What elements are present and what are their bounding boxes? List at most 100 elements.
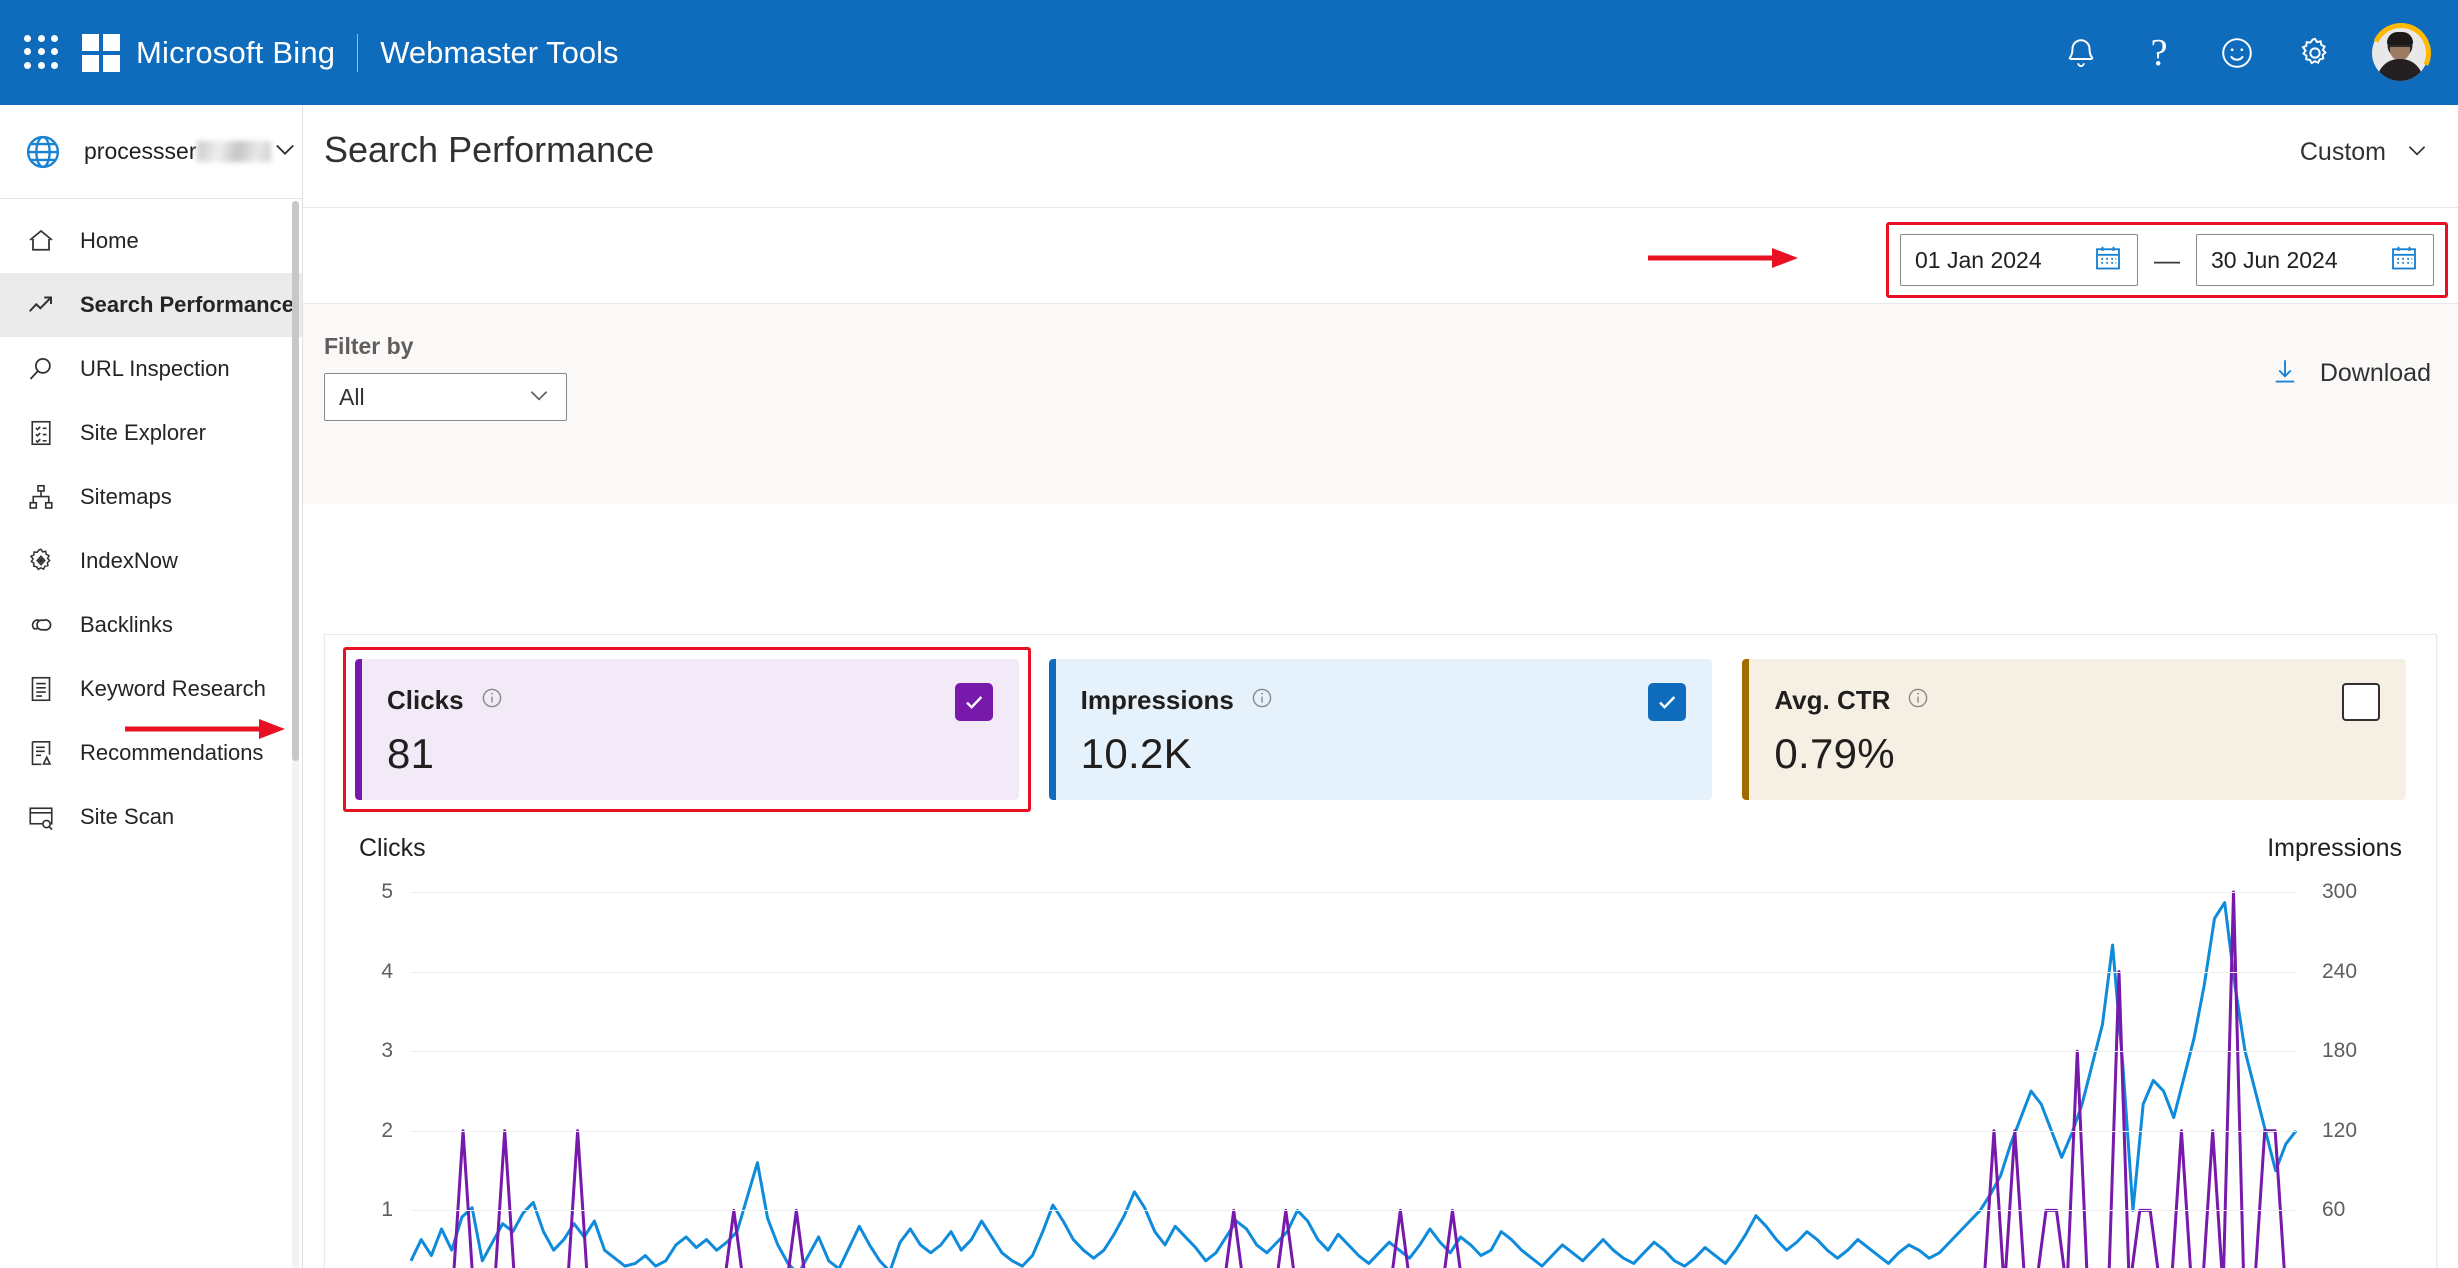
kpi-header: Impressions <box>1081 685 1685 716</box>
download-label: Download <box>2319 359 2431 387</box>
date-from-input[interactable]: 01 Jan 2024 <box>1900 234 2138 286</box>
avatar-status-arc-icon <box>2362 14 2440 91</box>
sidebar-item-site-explorer[interactable]: Site Explorer <box>0 401 302 465</box>
kpi-card-clicks[interactable]: Clicks 81 <box>355 659 1019 800</box>
sidebar-item-label: Home <box>80 228 139 253</box>
annotation-arrow-date-range <box>1648 248 1798 268</box>
chart-svg <box>411 892 2296 1268</box>
microsoft-logo-icon <box>82 33 120 72</box>
kpi-header: Clicks <box>387 685 991 716</box>
date-preset-label: Custom <box>2299 138 2386 166</box>
help-icon[interactable]: ? <box>2138 32 2180 74</box>
top-navigation-bar: Microsoft Bing Webmaster Tools ? <box>0 0 2458 105</box>
date-preset-dropdown[interactable]: Custom <box>2300 137 2430 168</box>
chart-gridline <box>411 1051 2296 1053</box>
date-range-row: 01 Jan 2024 — 30 Jun 2024 <box>303 208 2458 304</box>
chart-gridline <box>411 1130 2296 1132</box>
kpi-value: 10.2K <box>1080 730 1192 777</box>
date-from-value: 01 Jan 2024 <box>1915 246 2042 273</box>
sidebar-item-keyword-research[interactable]: Keyword Research <box>0 657 302 721</box>
kpi-value: 81 <box>387 730 435 777</box>
kpi-name: Avg. CTR <box>1774 685 1891 715</box>
avatar[interactable] <box>2362 14 2440 91</box>
feedback-smiley-icon[interactable] <box>2216 32 2258 74</box>
kpi-accent-bar <box>355 659 362 800</box>
sidebar-item-home[interactable]: Home <box>0 209 302 273</box>
site-name-text: processser <box>84 138 197 164</box>
kpi-card-avg-ctr-wrapper: Avg. CTR 0.79% <box>1742 659 2407 800</box>
filter-by-label: Filter by <box>324 333 414 359</box>
site-selector[interactable]: processser <box>0 105 302 199</box>
sidebar: processser Home Search Performance URL I… <box>0 105 303 1268</box>
chart-plot-area: 530042403180212016000JanFebMarAprMayJun <box>381 880 2357 1268</box>
kpi-card-impressions-wrapper: Impressions 10.2K <box>1048 659 1713 800</box>
download-button[interactable]: Download <box>2270 356 2431 391</box>
sidebar-item-label: URL Inspection <box>80 356 230 381</box>
trending-up-icon <box>24 288 58 322</box>
calendar-icon[interactable] <box>2093 243 2123 278</box>
brand-name[interactable]: Microsoft Bing <box>136 35 335 71</box>
sidebar-item-label: Site Explorer <box>80 420 206 445</box>
date-to-value: 30 Jun 2024 <box>2211 246 2338 273</box>
suite-name[interactable]: Webmaster Tools <box>380 35 618 71</box>
site-name-redacted-block <box>197 141 272 162</box>
document-list-icon <box>24 672 58 706</box>
chart-y-tick-left: 4 <box>381 959 393 983</box>
indexnow-gear-icon <box>24 544 58 578</box>
chart-gridline <box>411 971 2296 973</box>
info-icon[interactable] <box>480 686 504 715</box>
main-content: Search Performance Custom 01 Jan 2024 — … <box>125 105 2458 1268</box>
brand-divider <box>357 33 359 72</box>
sidebar-item-site-scan[interactable]: Site Scan <box>0 785 302 849</box>
date-range-annotation-box: 01 Jan 2024 — 30 Jun 2024 <box>1886 222 2448 298</box>
info-icon[interactable] <box>1250 686 1274 715</box>
sidebar-item-sitemaps[interactable]: Sitemaps <box>0 465 302 529</box>
sidebar-scrollbar-thumb[interactable] <box>292 201 299 761</box>
sidebar-item-search-performance[interactable]: Search Performance <box>0 273 302 337</box>
date-to-input[interactable]: 30 Jun 2024 <box>2196 234 2434 286</box>
info-icon[interactable] <box>1906 686 1930 715</box>
kpi-checkbox-avg-ctr[interactable] <box>2342 683 2381 721</box>
sidebar-item-label: Backlinks <box>80 612 173 637</box>
chart-left-axis-label: Clicks <box>359 834 426 862</box>
kpi-accent-bar <box>1742 659 1750 800</box>
chart-series-impressions <box>411 903 2296 1268</box>
sidebar-item-label: IndexNow <box>80 548 178 573</box>
chart-y-tick-right: 240 <box>2322 959 2358 983</box>
chart-gridline <box>411 1210 2296 1212</box>
sidebar-item-indexnow[interactable]: IndexNow <box>0 529 302 593</box>
filter-band: Filter by All Download Clicks 81 Impress… <box>125 304 2458 1268</box>
performance-panel: Clicks 81 Impressions 10.2K Avg. CTR 0.7… <box>125 634 2437 1268</box>
filter-select[interactable]: All <box>324 373 567 421</box>
magnifier-icon <box>24 352 58 386</box>
chevron-down-icon[interactable] <box>271 135 299 168</box>
app-launcher-icon[interactable] <box>24 34 60 71</box>
kpi-checkbox-clicks[interactable] <box>954 683 993 721</box>
sitemap-icon <box>24 480 58 514</box>
bell-icon[interactable] <box>2060 32 2102 74</box>
gear-icon[interactable] <box>2294 32 2336 74</box>
sidebar-item-backlinks[interactable]: Backlinks <box>0 593 302 657</box>
kpi-name: Impressions <box>1080 685 1234 715</box>
download-icon <box>2270 356 2300 391</box>
checklist-icon <box>24 416 58 450</box>
site-name: processser <box>84 138 272 165</box>
sidebar-item-label: Search Performance <box>80 292 294 317</box>
chart-y-tick-right: 120 <box>2322 1118 2358 1142</box>
sidebar-nav-list: Home Search Performance URL Inspection S… <box>0 199 302 849</box>
sidebar-item-url-inspection[interactable]: URL Inspection <box>0 337 302 401</box>
chart-series-clicks <box>411 892 2296 1268</box>
kpi-card-avg-ctr[interactable]: Avg. CTR 0.79% <box>1742 659 2407 800</box>
chart-y-tick-right: 60 <box>2322 1198 2346 1222</box>
chart-y-tick-right: 300 <box>2322 880 2358 903</box>
chart-y-tick-left: 3 <box>381 1039 393 1063</box>
kpi-accent-bar <box>1048 659 1056 800</box>
chart-y-tick-left: 1 <box>381 1198 393 1222</box>
kpi-card-row: Clicks 81 Impressions 10.2K Avg. CTR 0.7… <box>125 635 2436 812</box>
page-title: Search Performance <box>324 129 655 170</box>
kpi-checkbox-impressions[interactable] <box>1648 683 1687 721</box>
chart-y-tick-right: 180 <box>2322 1039 2358 1063</box>
globe-icon <box>24 133 62 171</box>
calendar-icon[interactable] <box>2389 243 2419 278</box>
kpi-card-impressions[interactable]: Impressions 10.2K <box>1048 659 1713 800</box>
